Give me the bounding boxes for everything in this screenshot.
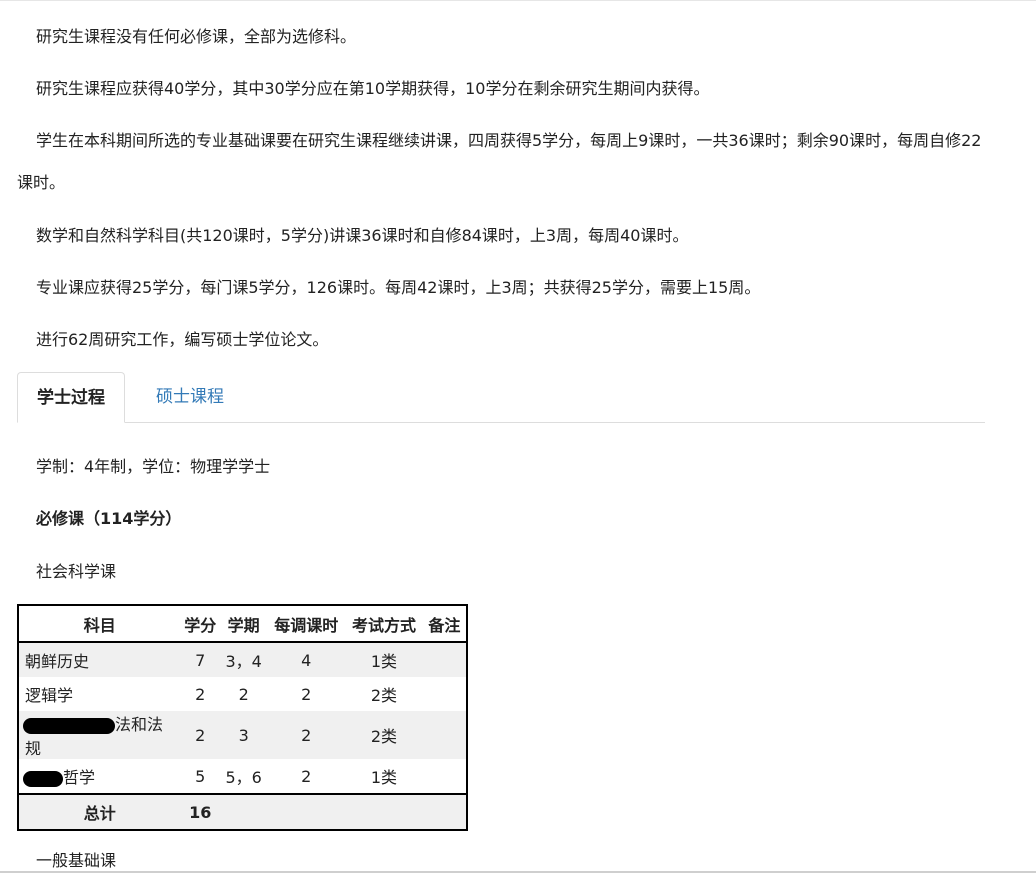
table-row: 法和法规 2 3 2 2类: [18, 711, 467, 759]
table-row: 哲学 5 5，6 2 1类: [18, 759, 467, 794]
general-basics-heading: 一般基础课: [36, 851, 117, 870]
cell-term: 3: [220, 711, 268, 759]
header-note: 备注: [422, 605, 467, 643]
cell-exam: 1类: [345, 642, 423, 677]
header-credits: 学分: [180, 605, 221, 643]
cell-hours: 2: [267, 677, 346, 711]
cell-hours: 4: [267, 642, 346, 677]
tab-master[interactable]: 硕士课程: [145, 372, 235, 422]
table-total-row: 总计 16: [18, 793, 467, 830]
social-science-heading: 社会科学课: [36, 562, 117, 581]
header-subject: 科目: [18, 605, 181, 643]
redaction-mark: [23, 770, 63, 787]
redaction-mark: [23, 717, 115, 734]
table-header-row: 科目 学分 学期 每调课时 考试方式 备注: [18, 605, 467, 643]
cell-subject: 逻辑学: [18, 677, 181, 711]
paragraph-major-basics: 学生在本科期间所选的专业基础课要在研究生课程继续讲课，四周获得5学分，每周上9课…: [17, 131, 982, 192]
cell-term: 5，6: [220, 759, 268, 794]
degree-system-text: 学制：4年制，学位：物理学学士: [36, 457, 271, 476]
paragraph-thesis: 进行62周研究工作，编写硕士学位论文。: [36, 330, 329, 349]
cell-subject: 哲学: [18, 759, 181, 794]
cell-note: [422, 642, 467, 677]
cell-exam: 1类: [345, 759, 423, 794]
cell-term: 3，4: [220, 642, 268, 677]
required-courses-heading: 必修课（114学分）: [36, 509, 182, 528]
degree-tabs: 学士过程 硕士课程: [17, 372, 985, 423]
paragraph-major-courses: 专业课应获得25学分，每门课5学分，126课时。每周42课时，上3周；共获得25…: [36, 278, 761, 297]
header-term: 学期: [220, 605, 268, 643]
cell-credits: 5: [180, 759, 221, 794]
cell-subject: 法和法规: [18, 711, 181, 759]
cell-note: [422, 759, 467, 794]
cell-credits: 2: [180, 711, 221, 759]
cell-credits: 2: [180, 677, 221, 711]
cell-subject: 朝鲜历史: [18, 642, 181, 677]
paragraph-credits: 研究生课程应获得40学分，其中30学分应在第10学期获得，10学分在剩余研究生期…: [36, 79, 710, 98]
cell-hours: 2: [267, 759, 346, 794]
social-science-table: 科目 学分 学期 每调课时 考试方式 备注 朝鲜历史 7 3，4 4 1类 逻辑…: [17, 604, 468, 831]
tabs-divider: [17, 422, 985, 423]
cell-note: [422, 677, 467, 711]
table-row: 逻辑学 2 2 2 2类: [18, 677, 467, 711]
paragraph-no-required: 研究生课程没有任何必修课，全部为选修科。: [36, 27, 357, 46]
cell-hours: 2: [267, 711, 346, 759]
cell-term: 2: [220, 677, 268, 711]
table-row: 朝鲜历史 7 3，4 4 1类: [18, 642, 467, 677]
cell-note: [422, 711, 467, 759]
header-weekly-hours: 每调课时: [267, 605, 346, 643]
cell-subject-text: 哲学: [63, 768, 96, 787]
total-label: 总计: [18, 793, 181, 830]
paragraph-math-science: 数学和自然科学科目(共120课时，5学分)讲课36课时和自修84课时，上3周，每…: [36, 226, 689, 245]
cell-exam: 2类: [345, 711, 423, 759]
tab-bachelor[interactable]: 学士过程: [17, 372, 125, 423]
cell-exam: 2类: [345, 677, 423, 711]
top-border: [0, 0, 1036, 1]
cell-credits: 7: [180, 642, 221, 677]
header-exam-type: 考试方式: [345, 605, 423, 643]
total-credits: 16: [180, 793, 221, 830]
